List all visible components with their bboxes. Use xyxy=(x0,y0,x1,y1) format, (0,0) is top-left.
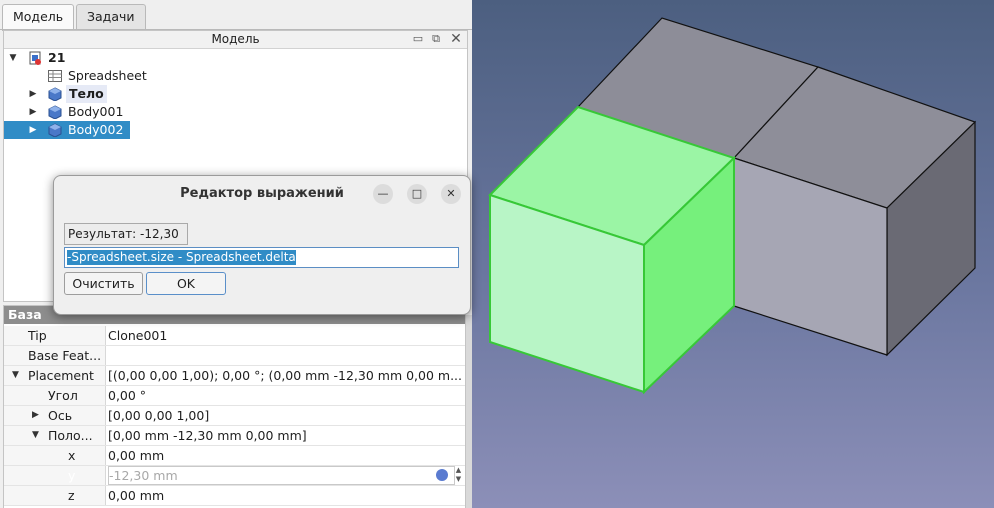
expression-text: -Spreadsheet.size - Spreadsheet.delta xyxy=(67,250,296,265)
tree-item-body002[interactable]: ▶ Body002 xyxy=(4,121,130,139)
tree-item-label: Body002 xyxy=(68,122,124,137)
tree-item-label: Spreadsheet xyxy=(68,68,147,83)
property-value[interactable] xyxy=(108,346,463,365)
minimize-icon[interactable]: — xyxy=(373,184,393,204)
property-row-y[interactable]: y -12,30 mm ▲ ▼ xyxy=(4,466,465,486)
property-value[interactable]: 0,00 mm xyxy=(108,486,463,505)
property-name: y xyxy=(4,466,106,485)
body-icon xyxy=(48,123,62,138)
property-name: Base Feat... xyxy=(4,346,106,365)
body-icon xyxy=(48,87,62,102)
tree-item-spreadsheet[interactable]: Spreadsheet xyxy=(4,67,467,85)
tree-header-label: Модель xyxy=(211,32,260,46)
tab-tasks[interactable]: Задачи xyxy=(76,4,146,29)
property-row-z[interactable]: z 0,00 mm xyxy=(4,486,465,506)
expression-input[interactable]: -Spreadsheet.size - Spreadsheet.delta xyxy=(64,247,459,268)
chevron-right-icon[interactable]: ▶ xyxy=(32,406,39,425)
body-icon xyxy=(48,105,62,120)
property-name: z xyxy=(4,486,106,505)
spreadsheet-icon xyxy=(48,69,62,83)
chevron-down-icon[interactable]: ▼ xyxy=(12,366,19,385)
spin-arrows-icon[interactable]: ▲ ▼ xyxy=(453,466,464,485)
float-icon[interactable]: ⧉ xyxy=(429,32,443,46)
property-name: x xyxy=(4,446,106,465)
property-name: ▶ Ось xyxy=(4,406,106,425)
close-icon[interactable]: ✕ xyxy=(441,184,461,204)
close-icon[interactable]: ✕ xyxy=(449,32,463,46)
property-name: Угол xyxy=(4,386,106,405)
property-value[interactable]: 0,00 ° xyxy=(108,386,463,405)
tree-item-root[interactable]: ▼ 21 xyxy=(4,49,467,67)
expression-icon[interactable] xyxy=(436,469,448,481)
property-row-x[interactable]: x 0,00 mm xyxy=(4,446,465,466)
y-value-input[interactable]: -12,30 mm xyxy=(108,466,455,485)
property-value[interactable]: Clone001 xyxy=(108,326,463,345)
3d-scene xyxy=(488,17,977,395)
property-row-angle[interactable]: Угол 0,00 ° xyxy=(4,386,465,406)
property-row-base-feature[interactable]: Base Feat... xyxy=(4,346,465,366)
3d-viewport[interactable] xyxy=(472,0,994,508)
property-row-axis[interactable]: ▶ Ось [0,00 0,00 1,00] xyxy=(4,406,465,426)
result-label: Результат: -12,30 xyxy=(64,223,188,245)
property-name: Tip xyxy=(4,326,106,345)
property-row-placement[interactable]: ▼ Placement [(0,00 0,00 1,00); 0,00 °; (… xyxy=(4,366,465,386)
tree-item-label: Тело xyxy=(66,85,107,103)
property-value[interactable]: [(0,00 0,00 1,00); 0,00 °; (0,00 mm -12,… xyxy=(108,366,463,385)
ok-button[interactable]: OK xyxy=(146,272,226,295)
property-row-position[interactable]: ▼ Поло... [0,00 mm -12,30 mm 0,00 mm] xyxy=(4,426,465,446)
property-value[interactable]: 0,00 mm xyxy=(108,446,463,465)
tree-root-label: 21 xyxy=(48,50,66,65)
chevron-right-icon[interactable]: ▶ xyxy=(28,121,38,139)
panel-tabs: Модель Задачи xyxy=(0,4,472,31)
clear-button[interactable]: Очистить xyxy=(64,272,143,295)
property-name: ▼ Placement xyxy=(4,366,106,385)
tree-item-body001[interactable]: ▶ Body001 xyxy=(4,103,467,121)
tab-model[interactable]: Модель xyxy=(2,4,75,31)
property-editor: База Tip Clone001 Base Feat... ▼ Placeme… xyxy=(3,305,466,508)
property-value[interactable]: [0,00 mm -12,30 mm 0,00 mm] xyxy=(108,426,463,445)
property-row-tip[interactable]: Tip Clone001 xyxy=(4,326,465,346)
dock-icon[interactable]: ▭ xyxy=(411,32,425,46)
chevron-down-icon[interactable]: ▼ xyxy=(8,49,18,67)
chevron-down-icon[interactable]: ▼ xyxy=(32,426,39,445)
chevron-right-icon[interactable]: ▶ xyxy=(28,103,38,121)
tree-item-label: Body001 xyxy=(68,104,124,119)
document-icon xyxy=(28,51,42,65)
property-name: ▼ Поло... xyxy=(4,426,106,445)
expression-editor-dialog: Редактор выражений — □ ✕ Результат: -12,… xyxy=(53,175,471,315)
tree-header: Модель ▭ ⧉ ✕ xyxy=(4,31,467,49)
maximize-icon[interactable]: □ xyxy=(407,184,427,204)
tree-item-telo[interactable]: ▶ Тело xyxy=(4,85,467,103)
property-value[interactable]: [0,00 0,00 1,00] xyxy=(108,406,463,425)
chevron-right-icon[interactable]: ▶ xyxy=(28,85,38,103)
